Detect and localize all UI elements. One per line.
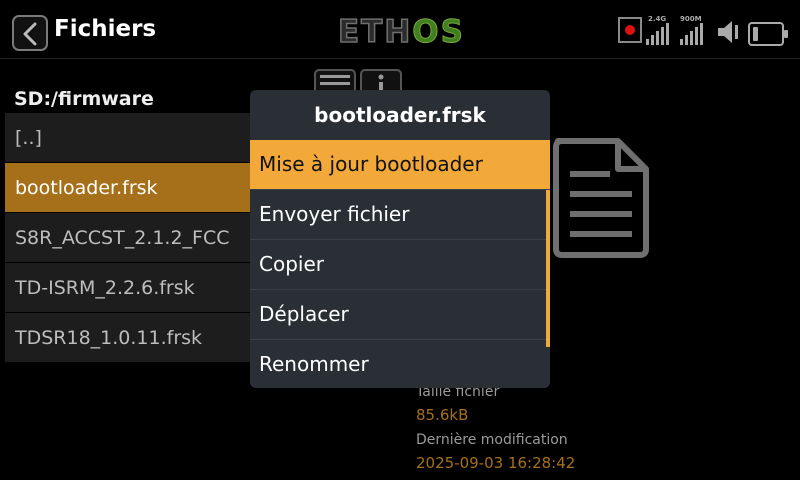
battery-icon (748, 22, 788, 46)
dialog-title: bootloader.frsk (314, 103, 486, 127)
file-document-icon (553, 138, 649, 258)
logo-os: OS (412, 14, 465, 51)
header-bar: Fichiers ETHOS 2.4G 900M (0, 0, 800, 58)
header-divider (0, 58, 800, 59)
ethos-logo: ETHOS (337, 13, 465, 51)
dialog-scrollbar[interactable] (546, 190, 550, 347)
menu-item-send-file[interactable]: Envoyer fichier (250, 190, 546, 240)
modified-label: Dernière modification (416, 432, 568, 448)
page-title: Fichiers (54, 16, 157, 42)
record-icon[interactable] (618, 17, 642, 43)
back-arrow-icon (23, 22, 37, 46)
menu-item-update-bootloader[interactable]: Mise à jour bootloader (250, 140, 550, 190)
file-size-value: 85.6kB (416, 406, 469, 424)
modified-value: 2025-09-03 16:28:42 (416, 454, 576, 472)
speaker-icon[interactable] (716, 19, 742, 45)
signal-900m-icon: 900M (680, 15, 706, 45)
file-context-dialog: bootloader.frsk Mise à jour bootloader E… (250, 90, 550, 388)
menu-item-move[interactable]: Déplacer (250, 290, 546, 340)
menu-item-copy[interactable]: Copier (250, 240, 546, 290)
current-path: SD:/firmware (14, 88, 154, 110)
back-button[interactable] (12, 15, 48, 51)
signal-24g-icon: 2.4G (646, 15, 672, 45)
logo-eth: ETH (337, 13, 413, 51)
menu-item-rename[interactable]: Renommer (250, 340, 546, 388)
